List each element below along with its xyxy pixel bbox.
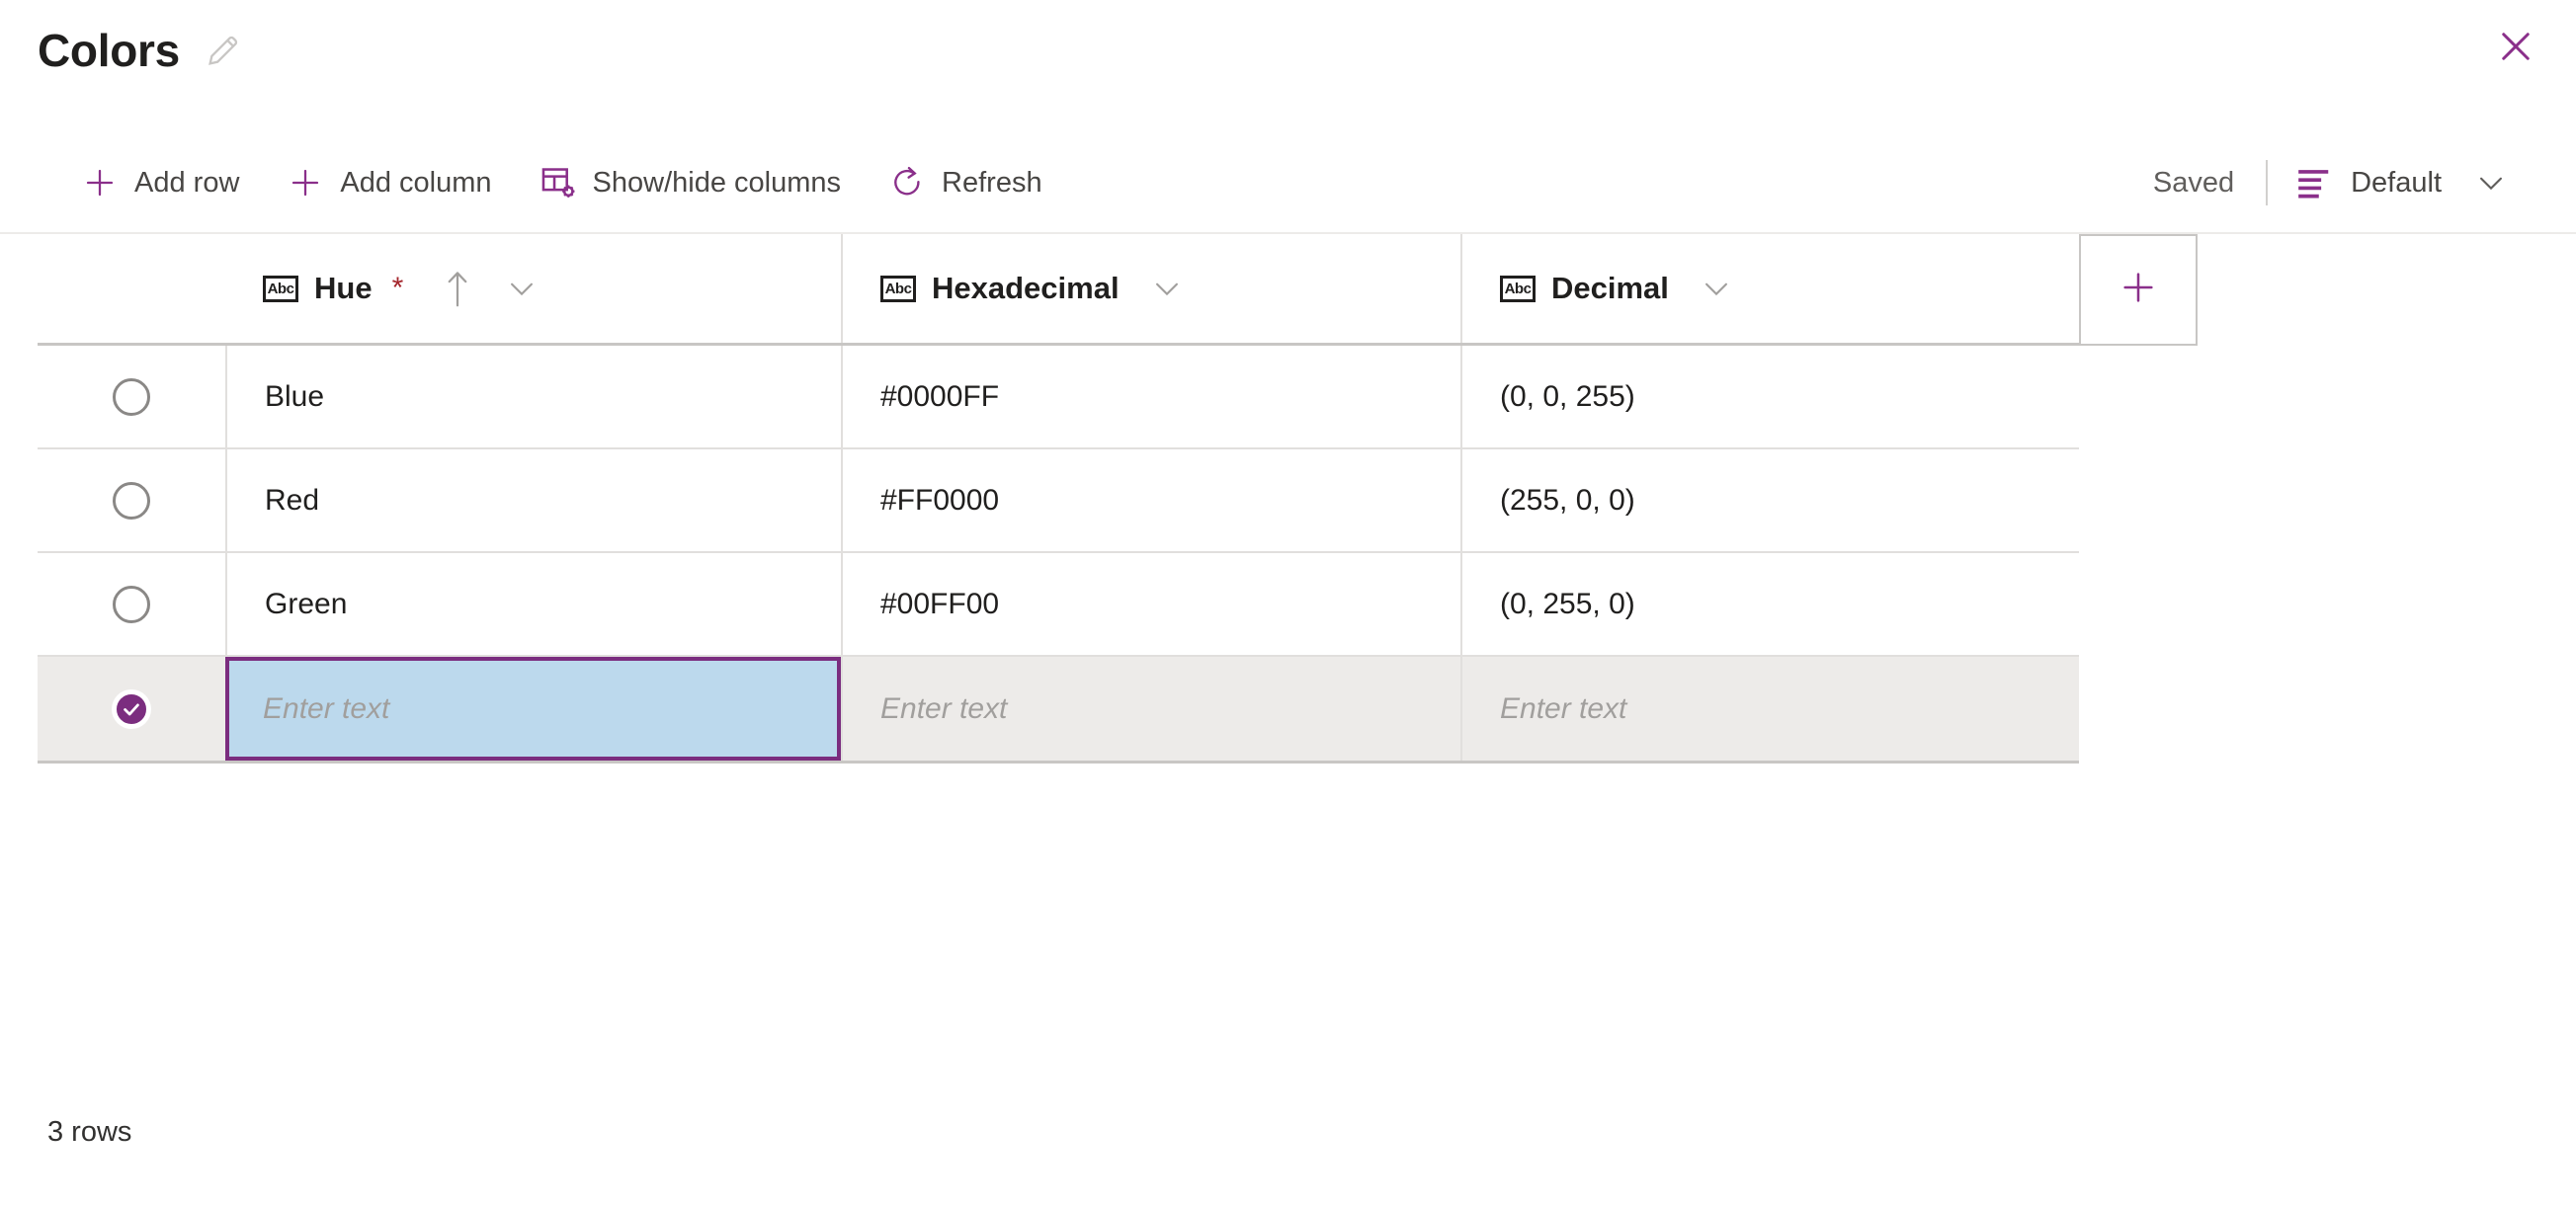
required-marker: * — [391, 272, 404, 304]
table-row[interactable]: Blue #0000FF (0, 0, 255) — [38, 346, 2079, 449]
row-select-cell[interactable] — [38, 553, 225, 655]
grid-header-row: Abc Hue * Abc Hexadecimal Abc Decimal — [38, 234, 2198, 346]
text-type-icon: Abc — [880, 275, 916, 302]
command-bar: Add row Add column Show/hide columns Ref… — [0, 133, 2576, 234]
column-header-label: Hue — [314, 271, 373, 305]
view-selector-label: Default — [2351, 166, 2442, 199]
cell-hexadecimal[interactable]: #0000FF — [841, 346, 1460, 447]
view-list-icon — [2295, 164, 2333, 201]
text-type-icon: Abc — [1500, 275, 1536, 302]
text-type-icon: Abc — [263, 275, 298, 302]
cell-hexadecimal-input[interactable]: Enter text — [841, 657, 1460, 761]
cell-decimal-input[interactable]: Enter text — [1460, 657, 2079, 761]
row-select-cell[interactable] — [38, 346, 225, 447]
row-select-radio-checked[interactable] — [113, 689, 150, 728]
add-column-button[interactable]: Add column — [263, 154, 515, 211]
cell-placeholder: Enter text — [263, 691, 390, 725]
add-row-label: Add row — [134, 166, 240, 199]
table-row[interactable]: Green #00FF00 (0, 255, 0) — [38, 553, 2079, 657]
row-count-label: 3 rows — [47, 1116, 132, 1148]
cell-decimal[interactable]: (255, 0, 0) — [1460, 449, 2079, 551]
save-status: Saved — [2152, 166, 2235, 199]
cell-placeholder: Enter text — [880, 691, 1008, 725]
sort-ascending-icon[interactable] — [441, 269, 474, 308]
column-header-hexadecimal[interactable]: Abc Hexadecimal — [841, 234, 1460, 343]
refresh-icon — [888, 164, 926, 201]
add-column-label: Add column — [340, 166, 492, 199]
row-select-radio[interactable] — [113, 585, 150, 623]
command-bar-left: Add row Add column Show/hide columns Ref… — [57, 154, 1066, 211]
cell-hue[interactable]: Red — [225, 449, 841, 551]
add-column-header-button[interactable] — [2079, 234, 2198, 346]
row-select-cell[interactable] — [38, 657, 225, 761]
table-settings-icon — [540, 164, 577, 201]
title-group: Colors — [38, 28, 245, 73]
refresh-label: Refresh — [942, 166, 1042, 199]
chevron-down-icon — [2473, 165, 2509, 201]
column-header-hue[interactable]: Abc Hue * — [225, 234, 841, 343]
page-title: Colors — [38, 25, 180, 76]
data-grid: Abc Hue * Abc Hexadecimal Abc Decimal Bl… — [38, 234, 2198, 764]
add-row-button[interactable]: Add row — [57, 154, 263, 211]
show-hide-columns-button[interactable]: Show/hide columns — [516, 154, 865, 211]
cell-hue[interactable]: Blue — [225, 346, 841, 447]
cell-hexadecimal[interactable]: #FF0000 — [841, 449, 1460, 551]
column-header-decimal[interactable]: Abc Decimal — [1460, 234, 2079, 343]
row-select-radio[interactable] — [113, 377, 150, 416]
title-bar: Colors — [0, 0, 2576, 119]
cell-hue-input[interactable]: Enter text — [225, 657, 841, 761]
chevron-down-icon[interactable] — [1699, 271, 1734, 306]
row-select-radio[interactable] — [113, 481, 150, 520]
divider — [2266, 160, 2269, 205]
plus-icon — [287, 164, 324, 201]
pencil-icon[interactable] — [202, 29, 245, 72]
plus-icon — [2119, 268, 2158, 312]
cell-decimal[interactable]: (0, 0, 255) — [1460, 346, 2079, 447]
cell-hexadecimal[interactable]: #00FF00 — [841, 553, 1460, 655]
close-icon[interactable] — [2485, 16, 2546, 77]
view-selector-button[interactable]: Default — [2274, 154, 2531, 211]
refresh-button[interactable]: Refresh — [865, 154, 1066, 211]
table-row-new[interactable]: Enter text Enter text Enter text — [38, 657, 2079, 764]
cell-decimal[interactable]: (0, 255, 0) — [1460, 553, 2079, 655]
column-header-label: Hexadecimal — [932, 271, 1120, 305]
column-header-label: Decimal — [1551, 271, 1669, 305]
cell-placeholder: Enter text — [1500, 691, 1627, 725]
select-all-cell — [38, 234, 225, 343]
row-select-cell[interactable] — [38, 449, 225, 551]
show-hide-columns-label: Show/hide columns — [592, 166, 842, 199]
plus-icon — [81, 164, 119, 201]
chevron-down-icon[interactable] — [1149, 271, 1185, 306]
chevron-down-icon[interactable] — [504, 271, 540, 306]
table-row[interactable]: Red #FF0000 (255, 0, 0) — [38, 449, 2079, 553]
command-bar-right: Saved Default — [2127, 154, 2531, 211]
cell-hue[interactable]: Green — [225, 553, 841, 655]
